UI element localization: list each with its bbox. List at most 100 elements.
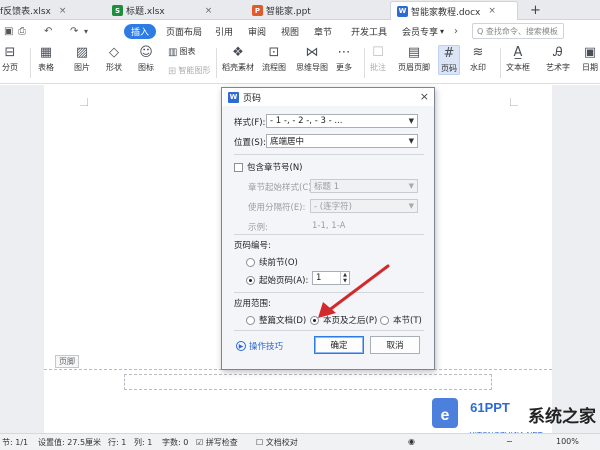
save-icon[interactable]: ▣ [4,24,13,39]
insert-toolbar: ⊟ 分页 ▦ 表格 ▨ 图片 ◇ 形状 ☺ 图标 ▥ 图表 ⊞ 智能图形 ❖ 稻壳素材 ⊡ 流程图… [0,42,600,84]
docx-icon: W [397,5,408,17]
eye-icon[interactable]: ◉ [408,437,415,446]
tab-feedback-xlsx[interactable]: f反馈表.xlsx × [0,1,103,20]
icon-gallery-icon: ☺ [139,45,153,60]
zoom-level[interactable]: 100% [556,437,579,446]
close-icon[interactable]: × [488,6,496,16]
tab-view[interactable]: 视图 [281,24,299,39]
stock-material-icon: ❖ [232,45,244,60]
smart-graphic-button[interactable]: ⊞ 智能图形 [168,64,210,78]
comment-button[interactable]: ☐ 批注 [370,45,386,73]
close-icon[interactable]: × [420,90,429,103]
ribbon-tab-row: ▣ ⎙ ↶ ↷ ▾ 插入 页面布局 引用 审阅 视图 章节 开发工具 会员专享 … [0,20,600,42]
divider [364,48,365,78]
tab-ppt[interactable]: P 智能家.ppt [252,1,362,20]
include-chapter-checkbox[interactable]: 包含章节号(N) [234,161,303,173]
comment-icon: ☐ [372,45,384,60]
zoom-out-icon[interactable]: − [506,437,513,446]
col-indicator: 列: 1 [134,438,153,447]
mindmap-button[interactable]: ⋈ 思维导图 [296,45,328,73]
wordart-button[interactable]: Ꭿ 艺术字 [546,45,570,73]
more-tabs-icon[interactable]: › [454,24,458,39]
shape-icon: ◇ [109,45,119,60]
header-footer-icon: ▤ [407,45,421,60]
image-icon: ▨ [75,45,89,60]
tab-references[interactable]: 引用 [215,24,233,39]
tab-review[interactable]: 审阅 [248,24,266,39]
close-icon[interactable]: × [205,6,213,16]
radio-circle-selected [310,315,319,325]
separator-label: 使用分隔符(E): [248,203,306,213]
textbox-button[interactable]: A̲ 文本框 [506,45,530,73]
page-break-icon: ⊟ [4,45,16,60]
ppt-icon: P [252,5,263,16]
member-dropdown-icon[interactable]: ▾ [440,24,444,39]
more-button[interactable]: ⋯ 更多 [336,45,352,73]
footer-content-area[interactable] [124,374,492,390]
table-button[interactable]: ▦ 表格 [38,45,54,73]
spin-arrows-icon[interactable]: ▲ ▼ [340,272,349,284]
tab-member[interactable]: 会员专享 [402,24,438,39]
radio-circle [246,315,255,325]
dropdown-arrow-icon: ▼ [408,182,414,190]
wps-writer-icon: W [228,91,239,103]
ok-button[interactable]: 确定 [314,336,364,354]
word-count[interactable]: 字数: 0 [162,437,188,448]
tab-label: 智能家教程.docx [411,7,481,18]
cancel-button[interactable]: 取消 [370,336,420,354]
radio-circle [380,315,389,325]
page-number-icon: # [443,46,455,61]
close-icon[interactable]: × [59,6,67,16]
new-tab-button[interactable]: + [530,1,541,20]
date-button[interactable]: ▣ 日期 [582,45,598,73]
print-icon[interactable]: ⎙ [18,24,26,39]
watermark-icon: ≋ [472,45,484,60]
mindmap-icon: ⋈ [305,45,319,60]
tips-link[interactable]: ▶ 操作技巧 [236,340,283,352]
chart-button[interactable]: ▥ 图表 [168,45,195,59]
image-button[interactable]: ▨ 图片 [74,45,90,73]
position-select[interactable]: 底端居中 ▼ [266,134,418,148]
example-label: 示例: [248,223,268,233]
doc-proof-toggle[interactable]: ☐ 文档校对 [256,437,298,448]
header-footer-button[interactable]: ▤ 页眉页脚 [398,45,430,73]
divider [216,48,217,78]
tab-chapter[interactable]: 章节 [314,24,332,39]
continue-prev-radio[interactable]: 续前节(O) [246,256,298,268]
tab-insert[interactable]: 插入 [124,24,157,39]
stock-material-button[interactable]: ❖ 稻壳素材 [222,45,254,73]
whole-doc-radio[interactable]: 整篇文档(D) [246,314,306,326]
section-indicator[interactable]: 节: 1/1 [2,437,28,448]
this-and-after-radio[interactable]: 本页及之后(P) [310,314,377,326]
watermark-button[interactable]: ≋ 水印 [470,45,486,73]
setting-value[interactable]: 设置值: 27.5厘米 [38,437,101,448]
shape-button[interactable]: ◇ 形状 [106,45,122,73]
tab-title-xlsx[interactable]: S 标题.xlsx × [112,1,222,20]
tab-page-layout[interactable]: 页面布局 [166,24,202,39]
page-break-button[interactable]: ⊟ 分页 [2,45,18,73]
more-icon: ⋯ [337,45,351,60]
divider [500,48,501,78]
this-section-radio[interactable]: 本节(T) [380,314,422,326]
search-input[interactable]: Q 查找命令、搜索模板 [472,23,564,39]
tab-docx-active[interactable]: W 智能家教程.docx × [390,1,518,20]
flowchart-button[interactable]: ⊡ 流程图 [262,45,286,73]
undo-icon[interactable]: ↶ [44,24,52,39]
start-at-radio[interactable]: 起始页码(A): [246,274,308,286]
quick-access-dropdown-icon[interactable]: ▾ [84,24,88,39]
row-indicator: 行: 1 [108,438,127,447]
redo-icon[interactable]: ↷ [70,24,78,39]
tab-label: f反馈表.xlsx [0,7,51,17]
dropdown-arrow-icon: ▼ [408,202,414,210]
wordart-icon: Ꭿ [553,45,563,60]
chart-icon: ▥ [168,47,178,58]
start-page-stepper[interactable]: 1 ▲ ▼ [312,271,350,285]
icon-button[interactable]: ☺ 图标 [138,45,154,73]
divider [234,154,424,155]
tab-label: 智能家.ppt [266,7,311,17]
page-number-button[interactable]: # 页码 [438,45,460,75]
spell-check-toggle[interactable]: ☑ 拼写检查 [196,437,238,448]
tab-dev-tools[interactable]: 开发工具 [351,24,387,39]
style-select[interactable]: - 1 -, - 2 -, - 3 - ... ▼ [266,114,418,128]
numbering-section-label: 页码编号: [234,241,271,251]
